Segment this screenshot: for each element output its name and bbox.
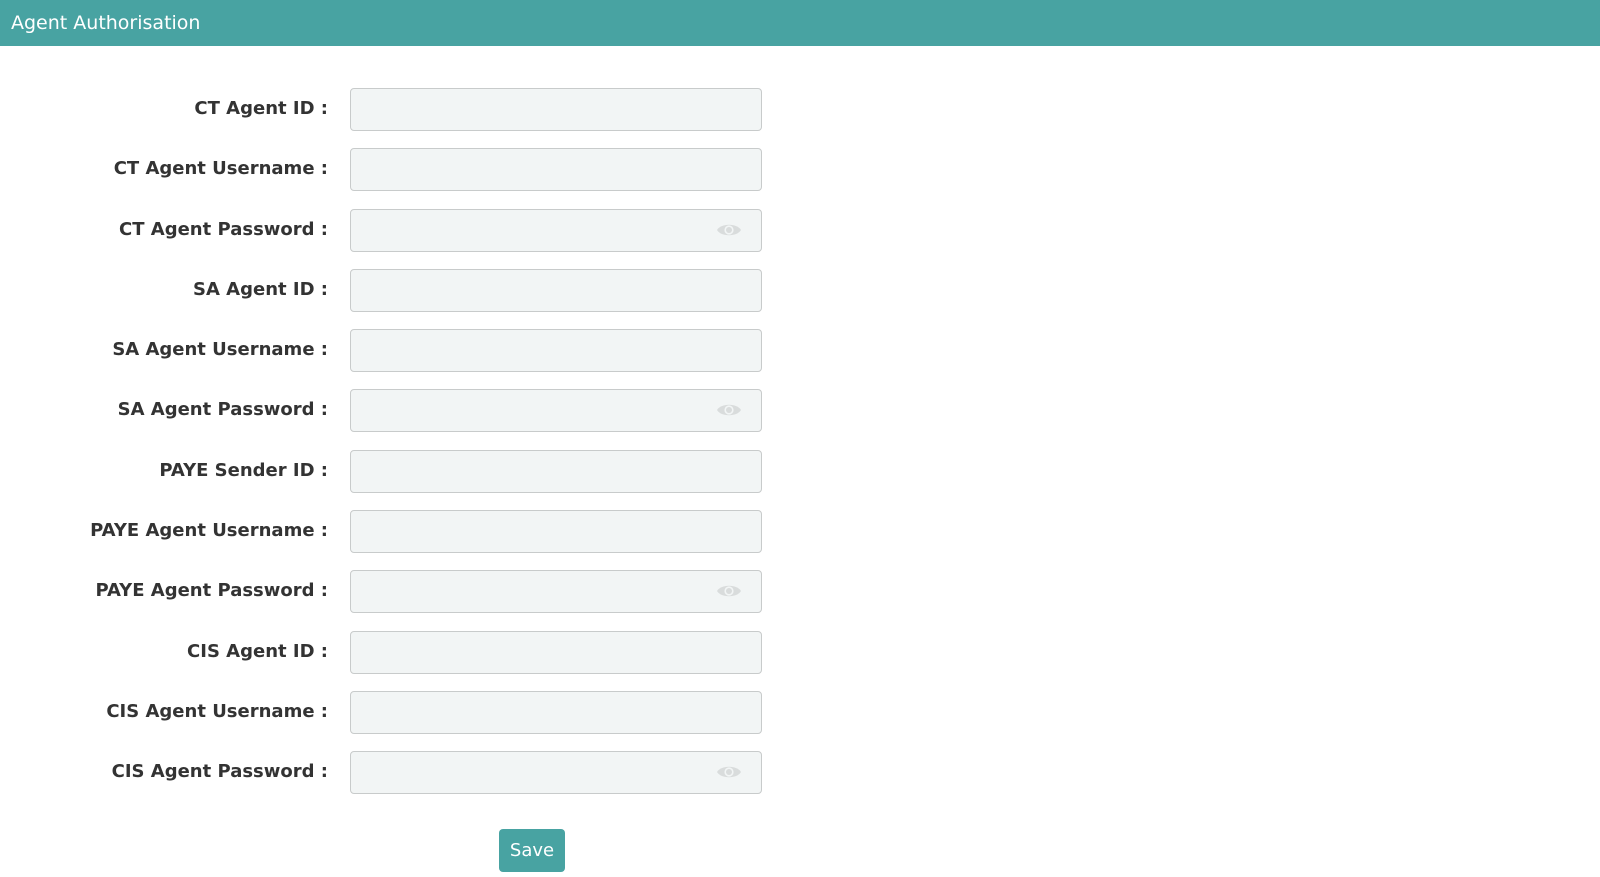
ct-agent-password-label: CT Agent Password : [119,218,328,240]
cis-agent-password-input[interactable] [350,751,762,795]
form-row-sa-agent-username: SA Agent Username : [0,329,800,373]
form-row-sa-agent-password: SA Agent Password : [0,389,800,433]
ct-agent-username-input[interactable] [350,148,762,192]
ct-agent-id-label: CT Agent ID : [194,98,328,119]
sa-agent-id-input[interactable] [350,268,762,312]
agent-authorisation-form: CT Agent ID : CT Agent Username : CT Age… [0,88,800,812]
form-row-paye-sender-id: PAYE Sender ID : [0,449,800,493]
form-row-paye-agent-username: PAYE Agent Username : [0,510,800,554]
sa-agent-username-input[interactable] [350,329,762,373]
save-button[interactable]: Save [499,829,565,872]
sa-agent-password-input[interactable] [350,389,762,433]
paye-agent-username-input[interactable] [350,510,762,554]
ct-agent-username-label: CT Agent Username : [113,158,328,180]
eye-icon[interactable] [716,763,742,781]
cis-agent-username-label: CIS Agent Username : [106,700,328,722]
cis-agent-id-label: CIS Agent ID : [187,640,328,662]
eye-icon[interactable] [716,221,742,239]
page-header: Agent Authorisation [0,0,1600,46]
page-title: Agent Authorisation [11,12,201,34]
ct-agent-id-input[interactable] [350,88,762,131]
sa-agent-username-label: SA Agent Username : [112,339,328,361]
form-row-paye-agent-password: PAYE Agent Password : [0,570,800,614]
paye-agent-password-label: PAYE Agent Password : [95,580,328,602]
paye-agent-password-input[interactable] [350,570,762,614]
paye-agent-username-label: PAYE Agent Username : [90,520,328,542]
sa-agent-password-label: SA Agent Password : [117,399,328,421]
form-row-cis-agent-password: CIS Agent Password : [0,751,800,795]
cis-agent-password-label: CIS Agent Password : [111,761,328,783]
form-row-cis-agent-username: CIS Agent Username : [0,690,800,734]
form-row-cis-agent-id: CIS Agent ID : [0,630,800,674]
eye-icon[interactable] [716,582,742,600]
cis-agent-username-input[interactable] [350,690,762,734]
form-row-ct-agent-password: CT Agent Password : [0,208,800,252]
form-row-ct-agent-id: CT Agent ID : [0,88,800,131]
eye-icon[interactable] [716,401,742,419]
form-row-ct-agent-username: CT Agent Username : [0,148,800,192]
ct-agent-password-input[interactable] [350,208,762,252]
paye-sender-id-label: PAYE Sender ID : [159,459,328,481]
form-row-sa-agent-id: SA Agent ID : [0,268,800,312]
cis-agent-id-input[interactable] [350,630,762,674]
sa-agent-id-label: SA Agent ID : [193,278,328,300]
paye-sender-id-input[interactable] [350,449,762,493]
